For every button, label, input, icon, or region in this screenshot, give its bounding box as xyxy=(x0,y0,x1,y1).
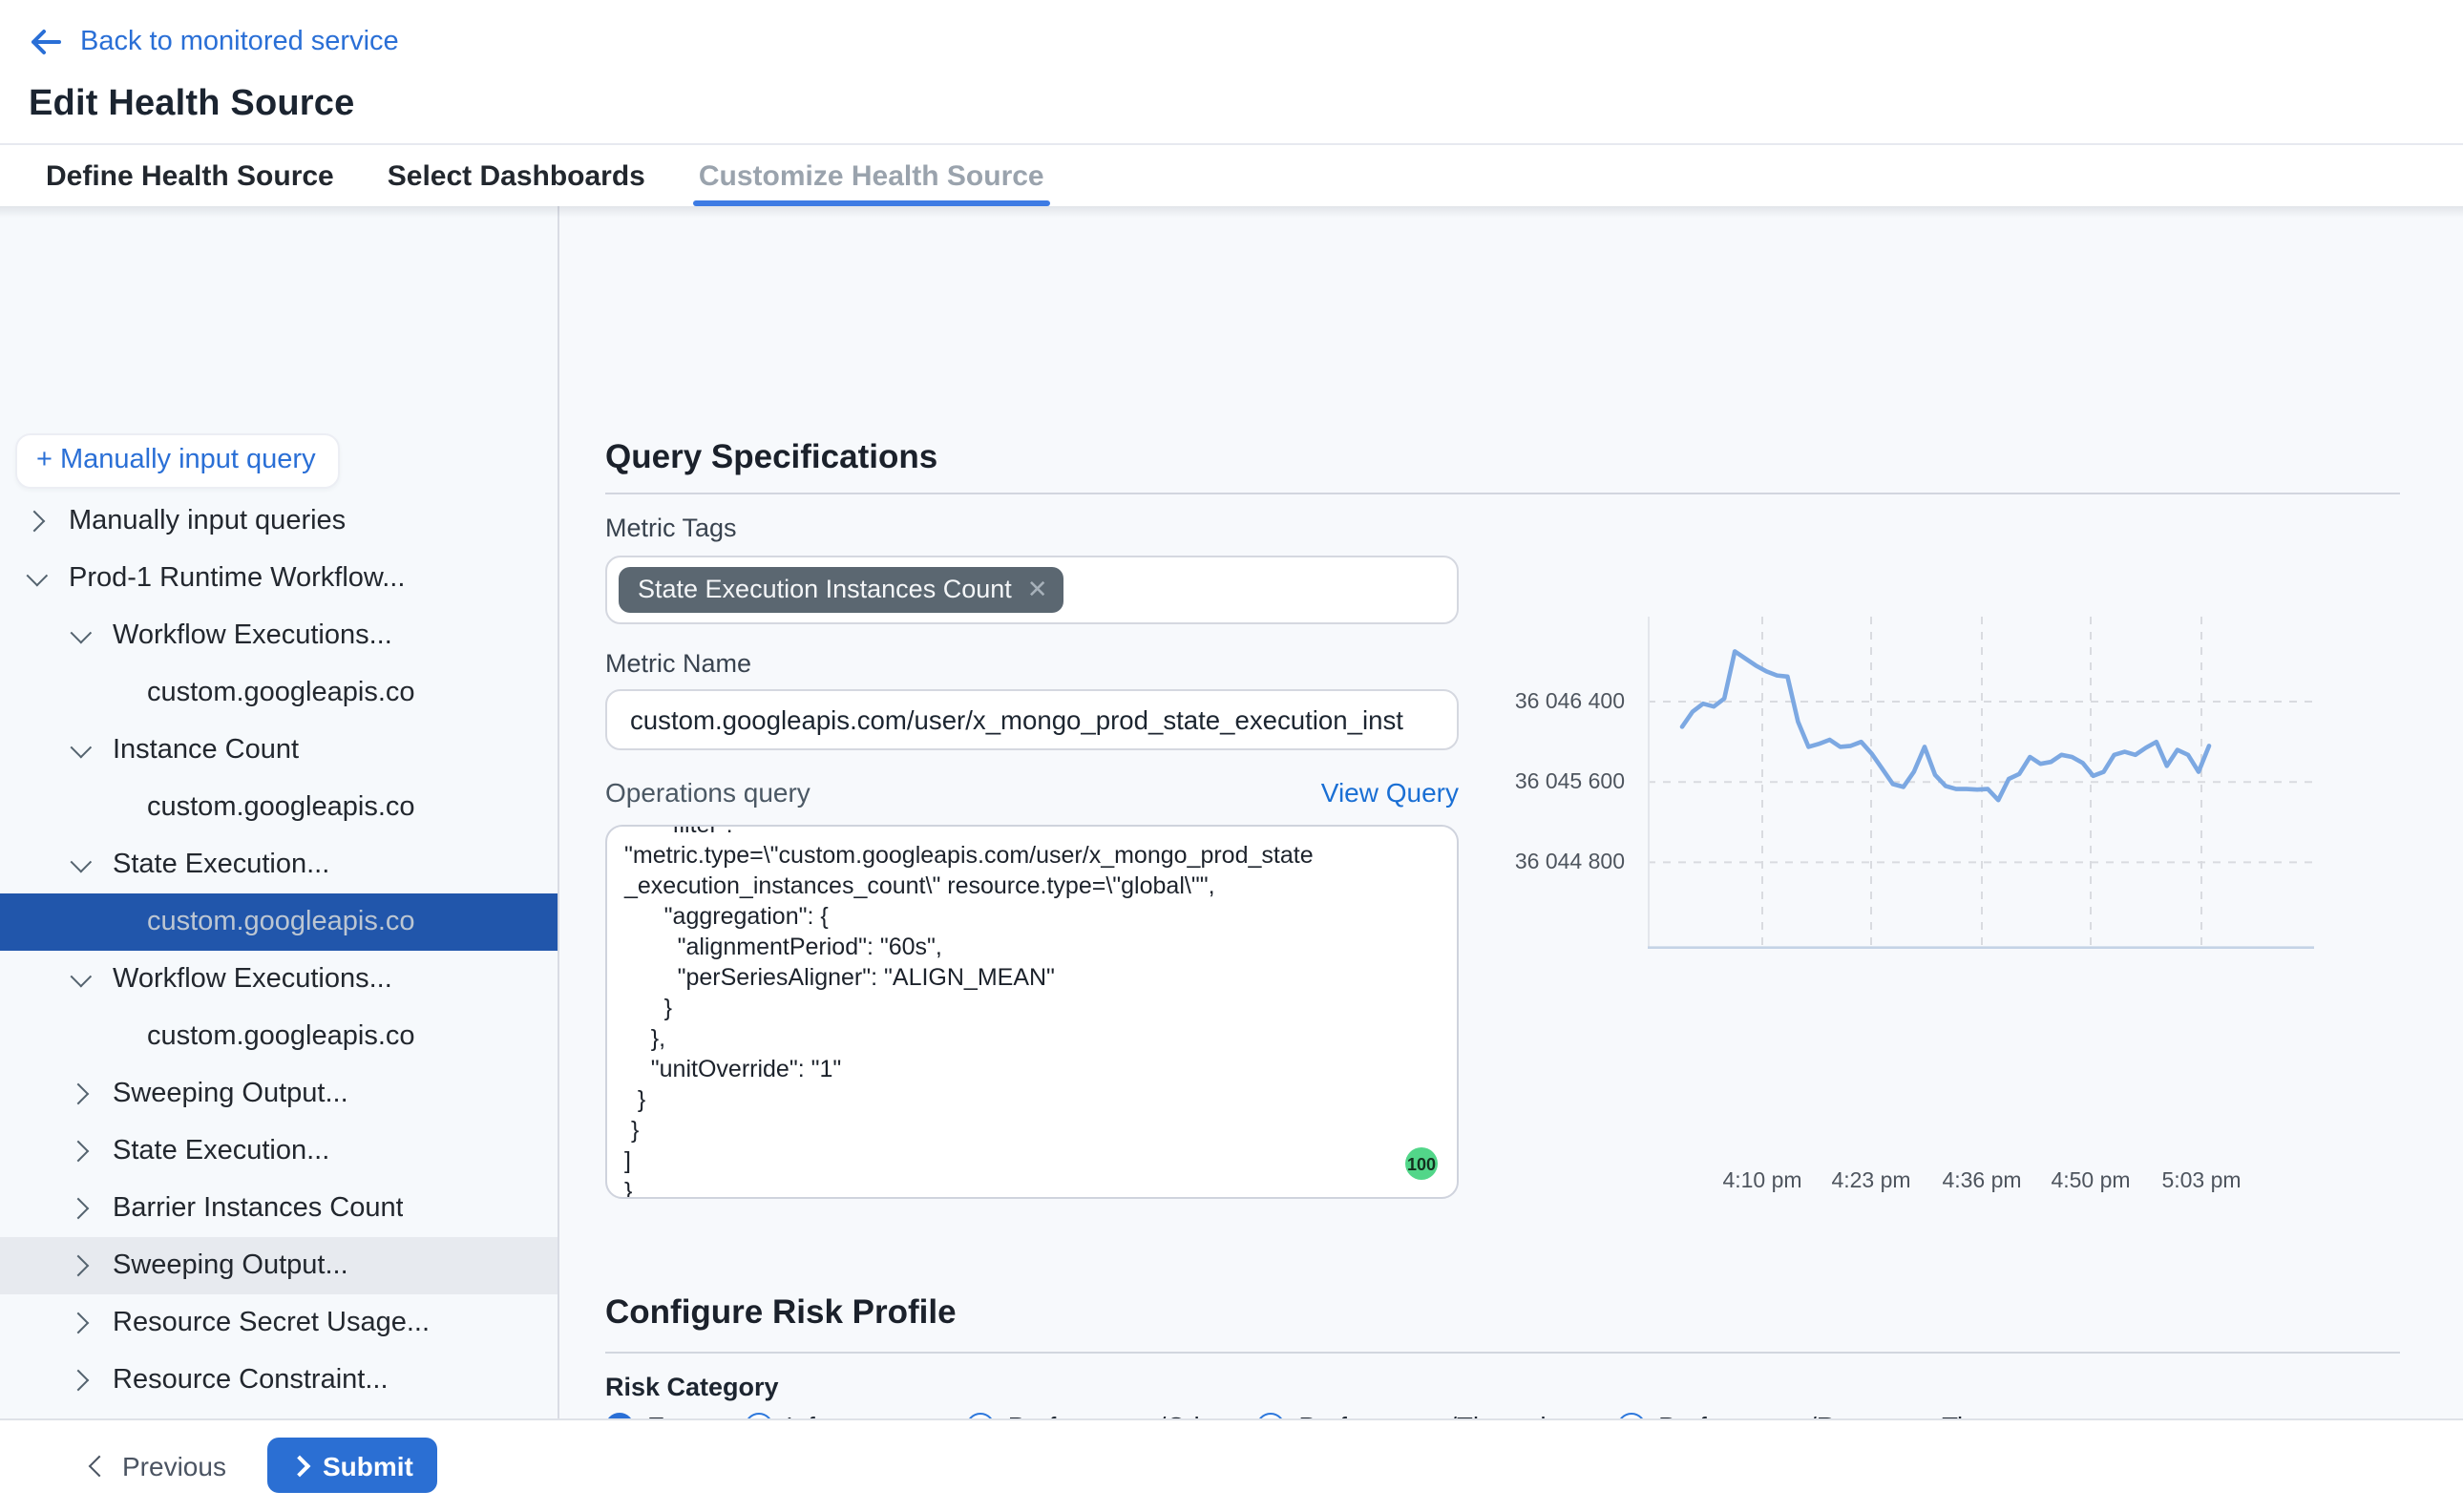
previous-button-label: Previous xyxy=(122,1451,226,1481)
tab-customize-health-source[interactable]: Customize Health Source xyxy=(699,145,1044,206)
section-divider xyxy=(605,1352,2400,1354)
metric-tags-input[interactable]: State Execution Instances Count ✕ xyxy=(605,556,1459,624)
tree-item-workflow-executions-2[interactable]: Workflow Executions... xyxy=(0,951,559,1008)
tab-define-health-source[interactable]: Define Health Source xyxy=(46,145,334,206)
query-score-badge: 100 xyxy=(1405,1147,1438,1180)
page-title: Edit Health Source xyxy=(29,84,354,126)
tree-item-resource-secret-usage[interactable]: Resource Secret Usage... xyxy=(0,1294,559,1352)
query-specifications-panel: Query Specifications Metric Tags State E… xyxy=(559,206,2463,1420)
chart-plot xyxy=(1648,617,2314,949)
chevron-down-icon[interactable] xyxy=(71,622,93,644)
chevron-right-icon[interactable] xyxy=(24,511,46,533)
chevron-right-icon[interactable] xyxy=(68,1083,90,1105)
tree-item-state-execution-2[interactable]: State Execution... xyxy=(0,1123,559,1180)
y-axis-tick-label: 36 044 800 xyxy=(1510,851,1625,874)
tree-item-metric-3[interactable]: custom.googleapis.co xyxy=(0,1008,559,1065)
chart-plot-area xyxy=(1648,617,2314,958)
tree-item-workflow-executions-1[interactable]: Workflow Executions... xyxy=(0,607,559,664)
configure-risk-profile-title: Configure Risk Profile xyxy=(605,1292,957,1333)
submit-button-label: Submit xyxy=(323,1450,413,1480)
chevron-right-icon[interactable] xyxy=(68,1141,90,1163)
query-specifications-title: Query Specifications xyxy=(605,437,937,477)
chevron-down-icon[interactable] xyxy=(71,966,93,988)
tree-item-metric-selected[interactable]: custom.googleapis.co xyxy=(0,893,559,951)
metric-preview-chart: 36 046 40036 045 60036 044 8004:10 pm4:2… xyxy=(1510,617,2427,1189)
metric-name-label: Metric Name xyxy=(605,649,751,678)
section-divider xyxy=(605,493,2400,494)
tree-item-barrier-instances-count[interactable]: Barrier Instances Count xyxy=(0,1180,559,1237)
back-link-label: Back to monitored service xyxy=(80,27,399,57)
tab-select-dashboards[interactable]: Select Dashboards xyxy=(388,145,645,206)
tree-item-resource-constraint[interactable]: Resource Constraint... xyxy=(0,1352,559,1409)
x-axis-tick-label: 5:03 pm xyxy=(2161,1170,2241,1193)
chevron-down-icon[interactable] xyxy=(71,737,93,759)
back-arrow-icon xyxy=(29,29,61,55)
operations-query-textarea[interactable]: "filter": "metric.type=\"custom.googleap… xyxy=(605,825,1459,1199)
chevron-right-icon[interactable] xyxy=(68,1312,90,1334)
operations-query-code: "filter": "metric.type=\"custom.googleap… xyxy=(624,825,1438,1199)
x-axis-tick-label: 4:10 pm xyxy=(1722,1170,1801,1193)
remove-tag-icon[interactable]: ✕ xyxy=(1027,577,1048,601)
chevron-right-icon[interactable] xyxy=(68,1198,90,1220)
tree-item-sweeping-output-1[interactable]: Sweeping Output... xyxy=(0,1065,559,1123)
metric-tree-sidebar: + Manually input query Manually input qu… xyxy=(0,206,559,1420)
chevron-right-icon[interactable] xyxy=(68,1255,90,1277)
chevron-down-icon[interactable] xyxy=(27,565,49,587)
y-axis-tick-label: 36 045 600 xyxy=(1510,771,1625,794)
page-header: Back to monitored service Edit Health So… xyxy=(0,0,2463,145)
tree-item-state-execution-1[interactable]: State Execution... xyxy=(0,836,559,893)
metric-name-input[interactable]: custom.googleapis.com/user/x_mongo_prod_… xyxy=(605,689,1459,750)
tree-item-sweeping-output-2[interactable]: Sweeping Output... xyxy=(0,1237,559,1294)
edit-health-source-page: Back to monitored service Edit Health So… xyxy=(0,0,2463,1512)
tree-item-metric-1[interactable]: custom.googleapis.co xyxy=(0,664,559,722)
x-axis-tick-label: 4:23 pm xyxy=(1831,1170,1910,1193)
metric-tag-chip-label: State Execution Instances Count xyxy=(638,575,1012,603)
back-link[interactable]: Back to monitored service xyxy=(29,27,399,57)
operations-query-label: Operations query xyxy=(605,777,810,808)
submit-button[interactable]: Submit xyxy=(267,1438,438,1493)
chevron-right-icon[interactable] xyxy=(68,1370,90,1392)
metric-tag-chip: State Execution Instances Count ✕ xyxy=(619,567,1063,613)
wizard-footer: Previous Submit xyxy=(0,1418,2463,1512)
x-axis-tick-label: 4:50 pm xyxy=(2051,1170,2130,1193)
tree-item-metric-2[interactable]: custom.googleapis.co xyxy=(0,779,559,836)
add-manual-query-button[interactable]: + Manually input query xyxy=(15,433,341,489)
tree-item-prod1-runtime-workflow[interactable]: Prod-1 Runtime Workflow... xyxy=(0,550,559,607)
risk-category-label: Risk Category xyxy=(605,1373,779,1401)
chevron-right-icon xyxy=(289,1455,311,1477)
wizard-tabs: Define Health Source Select Dashboards C… xyxy=(0,145,2463,206)
view-query-link[interactable]: View Query xyxy=(1321,777,1459,808)
tree-item-manually-input-queries[interactable]: Manually input queries xyxy=(0,493,559,550)
x-axis-tick-label: 4:36 pm xyxy=(1942,1170,2021,1193)
y-axis-tick-label: 36 046 400 xyxy=(1510,691,1625,714)
tree-item-instance-count[interactable]: Instance Count xyxy=(0,722,559,779)
previous-button[interactable]: Previous xyxy=(80,1443,238,1489)
chevron-left-icon xyxy=(89,1456,111,1478)
active-tab-underline xyxy=(693,200,1050,206)
tab-customize-label: Customize Health Source xyxy=(699,159,1044,192)
chevron-down-icon[interactable] xyxy=(71,851,93,873)
metric-tags-label: Metric Tags xyxy=(605,514,737,542)
